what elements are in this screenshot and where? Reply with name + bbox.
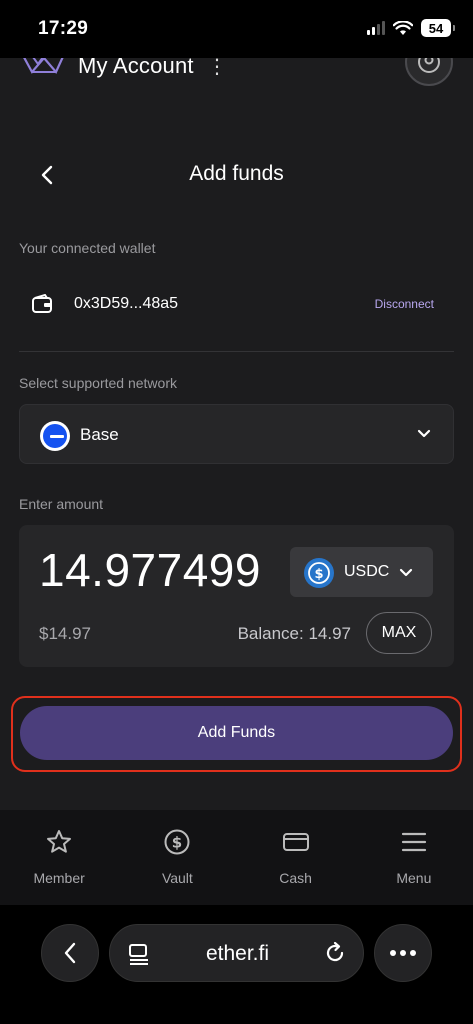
chevron-left-icon bbox=[64, 942, 76, 964]
bottom-nav: Member $ Vault Cash Menu bbox=[0, 810, 473, 905]
network-selected-value: Base bbox=[80, 425, 119, 444]
browser-more-button[interactable] bbox=[374, 924, 432, 982]
nav-label: Cash bbox=[279, 870, 312, 886]
add-funds-button[interactable]: Add Funds bbox=[20, 706, 453, 760]
nav-item-menu[interactable]: Menu bbox=[355, 810, 473, 905]
svg-text:$: $ bbox=[172, 834, 182, 852]
user-icon bbox=[418, 58, 440, 73]
profile-button[interactable] bbox=[405, 58, 453, 86]
account-title[interactable]: My Account bbox=[78, 58, 194, 79]
address-bar[interactable]: ether.fi bbox=[109, 924, 364, 982]
hamburger-icon bbox=[399, 827, 429, 857]
token-select[interactable]: $ USDC bbox=[290, 547, 433, 597]
app-content: My Account ⋮ Add funds Your connected wa… bbox=[0, 58, 473, 810]
nav-item-cash[interactable]: Cash bbox=[237, 810, 355, 905]
max-button[interactable]: MAX bbox=[366, 612, 432, 654]
usd-value: $14.97 bbox=[39, 624, 91, 643]
battery-level: 54 bbox=[428, 20, 444, 36]
dot-icon bbox=[410, 950, 416, 956]
status-bar: 17:29 54 bbox=[0, 0, 473, 58]
nav-label: Member bbox=[33, 870, 85, 886]
top-bar: My Account ⋮ bbox=[0, 58, 473, 98]
wifi-icon bbox=[393, 20, 413, 35]
reload-icon[interactable] bbox=[323, 941, 347, 965]
wallet-address: 0x3D59...48a5 bbox=[74, 295, 179, 312]
signal-icon bbox=[367, 21, 385, 35]
amount-label: Enter amount bbox=[19, 496, 104, 512]
etherfi-logo[interactable] bbox=[18, 58, 68, 80]
amount-input[interactable]: 14.977499 bbox=[39, 543, 261, 597]
wallet-icon bbox=[32, 294, 52, 313]
nav-label: Menu bbox=[396, 870, 432, 886]
chevron-down-icon bbox=[399, 568, 413, 577]
token-name: USDC bbox=[344, 563, 390, 580]
browser-toolbar: ether.fi bbox=[0, 905, 473, 1024]
status-time: 17:29 bbox=[38, 18, 89, 39]
star-icon bbox=[44, 827, 74, 857]
amount-input-box: 14.977499 $ USDC $14.97 Balance: 14.97 M… bbox=[19, 525, 454, 667]
usdc-icon: $ bbox=[304, 558, 334, 588]
status-icons: 54 bbox=[367, 19, 455, 37]
network-select[interactable]: Base bbox=[19, 404, 454, 464]
dot-icon bbox=[390, 950, 396, 956]
dollar-circle-icon: $ bbox=[162, 827, 192, 857]
browser-back-button[interactable] bbox=[41, 924, 99, 982]
nav-item-vault[interactable]: $ Vault bbox=[118, 810, 236, 905]
base-network-icon bbox=[40, 421, 70, 451]
wallet-label: Your connected wallet bbox=[19, 240, 156, 256]
network-label: Select supported network bbox=[19, 375, 177, 391]
nav-label: Vault bbox=[161, 870, 193, 886]
nav-item-member[interactable]: Member bbox=[0, 810, 118, 905]
disconnect-button[interactable]: Disconnect bbox=[375, 297, 434, 311]
divider bbox=[19, 351, 454, 352]
svg-text:$: $ bbox=[314, 567, 323, 582]
card-icon bbox=[281, 827, 311, 857]
dot-icon bbox=[400, 950, 406, 956]
page-title: Add funds bbox=[189, 162, 284, 185]
balance-text: Balance: 14.97 bbox=[237, 624, 351, 643]
chevron-down-icon bbox=[417, 429, 431, 438]
connected-wallet-row: 0x3D59...48a5 Disconnect bbox=[19, 288, 454, 322]
account-more-icon[interactable]: ⋮ bbox=[207, 58, 227, 79]
battery-icon: 54 bbox=[421, 19, 455, 37]
